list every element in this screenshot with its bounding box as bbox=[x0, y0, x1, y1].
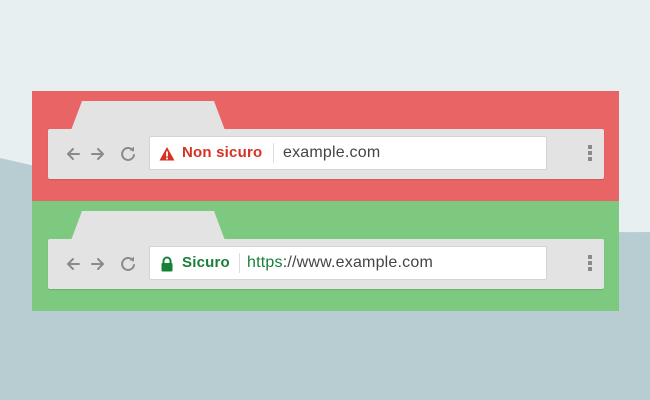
divider bbox=[239, 253, 240, 273]
security-status-label[interactable]: Non sicuro bbox=[182, 144, 262, 162]
browser-toolbar: Sicuro https://www.example.com bbox=[48, 239, 604, 289]
arrow-right-icon bbox=[91, 148, 104, 160]
divider bbox=[273, 143, 274, 163]
reload-button[interactable] bbox=[117, 252, 139, 276]
url-text: https://www.example.com bbox=[247, 254, 433, 272]
reload-icon bbox=[121, 256, 135, 271]
menu-button[interactable] bbox=[584, 141, 596, 165]
address-bar[interactable]: Non sicuro example.com bbox=[149, 136, 547, 170]
forward-button[interactable] bbox=[87, 252, 109, 276]
arrow-left-icon bbox=[67, 148, 80, 160]
back-button[interactable] bbox=[62, 252, 84, 276]
insecure-browser-panel: Non sicuro example.com bbox=[32, 91, 619, 201]
url-text: example.com bbox=[283, 144, 381, 161]
url-host: ://www.example.com bbox=[282, 254, 433, 271]
security-status-label[interactable]: Sicuro bbox=[182, 254, 230, 272]
kebab-menu-icon bbox=[588, 145, 592, 161]
warning-triangle-icon bbox=[159, 147, 175, 161]
browser-toolbar: Non sicuro example.com bbox=[48, 129, 604, 179]
secure-browser-panel: Sicuro https://www.example.com bbox=[32, 201, 619, 311]
back-button[interactable] bbox=[62, 142, 84, 166]
arrow-left-icon bbox=[67, 258, 80, 270]
url-scheme: https bbox=[247, 254, 283, 271]
padlock-icon bbox=[161, 256, 173, 272]
kebab-menu-icon bbox=[588, 255, 592, 271]
menu-button[interactable] bbox=[584, 251, 596, 275]
reload-icon bbox=[121, 146, 135, 161]
arrow-right-icon bbox=[91, 258, 104, 270]
forward-button[interactable] bbox=[87, 142, 109, 166]
reload-button[interactable] bbox=[117, 142, 139, 166]
address-bar[interactable]: Sicuro https://www.example.com bbox=[149, 246, 547, 280]
